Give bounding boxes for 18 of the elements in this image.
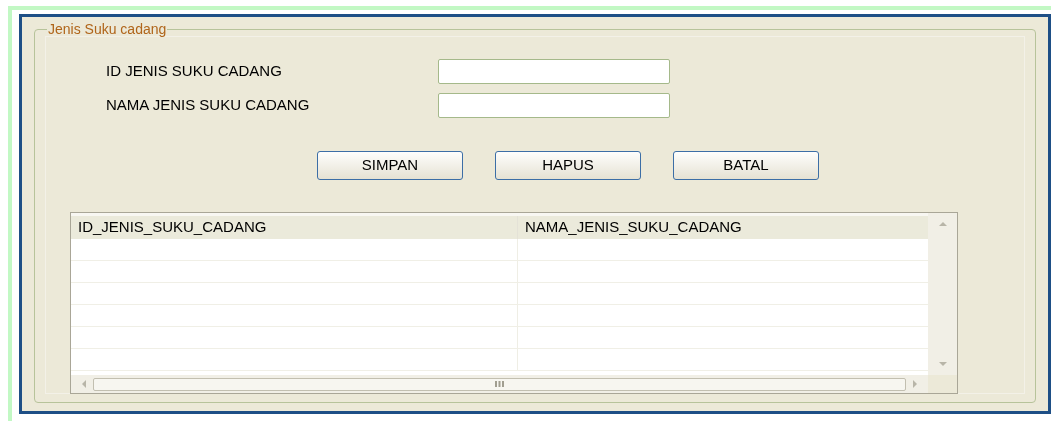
- horizontal-scrollbar[interactable]: [71, 375, 928, 393]
- column-header[interactable]: ID_JENIS_SUKU_CADANG: [71, 216, 518, 239]
- action-button[interactable]: SIMPAN: [317, 151, 463, 180]
- scroll-right-icon[interactable]: [912, 380, 918, 388]
- field-label: NAMA JENIS SUKU CADANG: [106, 95, 311, 116]
- group-title: Jenis Suku cadang: [47, 22, 168, 36]
- scroll-left-icon[interactable]: [81, 380, 87, 388]
- input-field[interactable]: [438, 59, 670, 84]
- column-header[interactable]: NAMA_JENIS_SUKU_CADANG: [518, 216, 928, 239]
- action-button[interactable]: BATAL: [673, 151, 819, 180]
- scroll-up-icon[interactable]: [938, 221, 947, 227]
- vertical-scrollbar[interactable]: [928, 213, 957, 375]
- action-button[interactable]: HAPUS: [495, 151, 641, 180]
- input-field[interactable]: [438, 93, 670, 118]
- field-label: ID JENIS SUKU CADANG: [106, 61, 283, 82]
- scroll-thumb[interactable]: [93, 377, 906, 391]
- grip-icon: [495, 381, 504, 387]
- scroll-down-icon[interactable]: [938, 361, 947, 367]
